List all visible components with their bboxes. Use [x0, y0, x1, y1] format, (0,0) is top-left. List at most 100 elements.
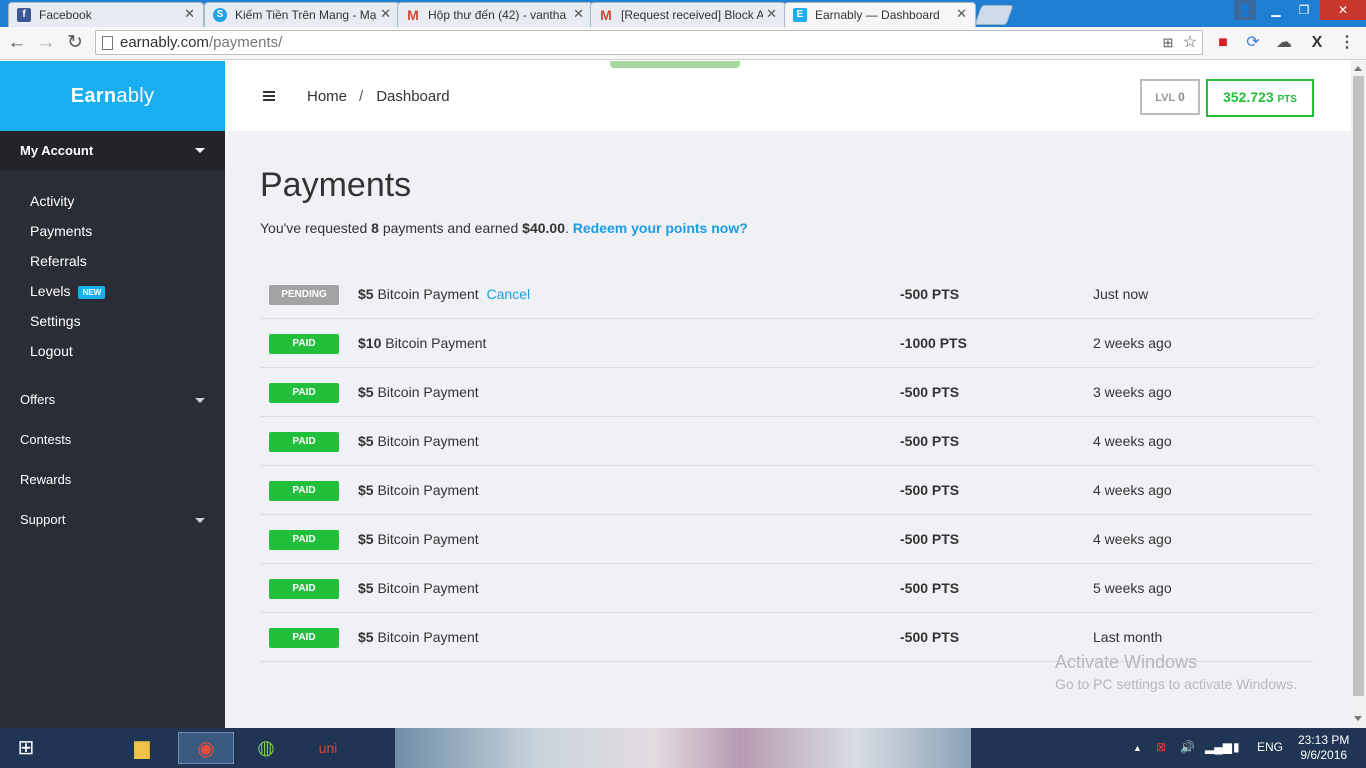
tab-earnably-dashboard[interactable]: E Earnably — Dashboard ✕ [784, 2, 976, 27]
translate-icon[interactable]: ⊞ [1157, 32, 1179, 54]
payment-points: -500 PTS [900, 433, 960, 449]
payment-description: $5 Bitcoin Payment [358, 433, 479, 449]
tab-title: Hộp thư đến (42) - vantha [428, 8, 567, 22]
payment-time: 4 weeks ago [1093, 531, 1172, 547]
language-indicator[interactable]: ENG [1257, 740, 1283, 754]
file-explorer-icon[interactable]: ▆ [120, 732, 164, 764]
tab-kiem-tien[interactable]: S Kiếm Tiền Trên Mang - Mạ ✕ [204, 2, 400, 27]
sidebar-item-contests[interactable]: Contests [0, 420, 225, 460]
breadcrumb-current: Dashboard [376, 88, 450, 105]
payment-points: -500 PTS [900, 384, 960, 400]
sidebar-item-label: Offers [20, 392, 56, 407]
page-icon [102, 36, 113, 50]
payment-points: -500 PTS [900, 531, 960, 547]
sidebar-item-levels[interactable]: Levels NEW [0, 276, 225, 306]
scroll-up-icon[interactable] [1354, 66, 1362, 71]
user-icon[interactable]: 👤 [1234, 0, 1256, 20]
cancel-payment-link[interactable]: Cancel [487, 286, 531, 302]
signal-icon[interactable]: ▂▄▆ [1205, 740, 1232, 754]
new-tab-button[interactable] [974, 5, 1014, 25]
sync-extension-icon[interactable]: ⟳ [1242, 32, 1264, 54]
restore-button[interactable]: ❐ [1290, 0, 1318, 20]
close-icon[interactable]: ✕ [380, 6, 391, 22]
clock-date: 9/6/2016 [1300, 748, 1348, 762]
sidebar-item-logout[interactable]: Logout [0, 336, 225, 366]
status-badge: PAID [269, 628, 339, 648]
close-icon[interactable]: ✕ [766, 6, 777, 22]
close-icon[interactable]: ✕ [184, 6, 195, 22]
coccoc-icon[interactable]: ◍ [244, 732, 288, 764]
unikey-icon[interactable]: uni [306, 732, 350, 764]
url-input[interactable]: earnably.com/payments/ [95, 30, 1203, 55]
payment-description: $5 Bitcoin Payment [358, 629, 479, 645]
clock[interactable]: 23:13 PM 9/6/2016 [1298, 733, 1349, 763]
tab-inbox[interactable]: M Hộp thư đến (42) - vantha ✕ [397, 2, 593, 27]
back-button[interactable]: ← [5, 31, 29, 55]
forward-button[interactable]: → [34, 31, 58, 55]
redeem-link[interactable]: Redeem your points now? [573, 220, 748, 236]
minimize-button[interactable]: ▁ [1262, 0, 1290, 20]
sidebar-item-offers[interactable]: Offers [0, 380, 225, 420]
close-icon[interactable]: ✕ [573, 6, 584, 22]
bookmark-star-icon[interactable]: ☆ [1179, 32, 1201, 54]
battery-icon[interactable]: ▮ [1233, 740, 1240, 754]
points-balance[interactable]: 352.723 PTS [1206, 79, 1314, 117]
payment-row: PAID $5 Bitcoin Payment -500 PTS 4 weeks ag… [260, 417, 1314, 466]
payment-description: $5 Bitcoin Payment [358, 482, 479, 498]
sidebar-item-referrals[interactable]: Referrals [0, 246, 225, 276]
tray-expand-icon[interactable]: ▲ [1133, 743, 1142, 753]
cloud-icon[interactable]: ☁ [1273, 32, 1295, 54]
breadcrumb-home[interactable]: Home [307, 88, 347, 105]
windows-start-icon[interactable]: ⊞ [4, 732, 48, 764]
payment-time: Just now [1093, 286, 1149, 302]
breadcrumb: Home / Dashboard [307, 88, 450, 105]
reload-button[interactable]: ↻ [63, 31, 87, 55]
notification-tab [610, 61, 740, 68]
activate-windows-watermark: Activate Windows Go to PC settings to ac… [1055, 652, 1297, 692]
sidebar-item-activity[interactable]: Activity [0, 186, 225, 216]
chrome-icon[interactable]: ◉ [178, 732, 234, 764]
main-content: Payments You've requested 8 payments and… [225, 131, 1351, 728]
sidebar-item-settings[interactable]: Settings [0, 306, 225, 336]
sidebar-item-payments[interactable]: Payments [0, 216, 225, 246]
hamburger-menu-icon[interactable] [263, 91, 275, 101]
close-icon[interactable]: ✕ [956, 6, 967, 22]
scroll-down-icon[interactable] [1354, 716, 1362, 721]
level-badge[interactable]: LVL 0 [1140, 79, 1200, 115]
clock-time: 23:13 PM [1298, 733, 1350, 747]
extension-icon[interactable]: ■ [1212, 32, 1234, 54]
network-warning-icon[interactable]: ⊠ [1156, 740, 1166, 754]
payment-row: PAID $5 Bitcoin Payment -500 PTS 4 weeks ag… [260, 466, 1314, 515]
x-extension-icon[interactable]: X [1306, 32, 1328, 54]
gmail-icon: M [407, 7, 419, 23]
scrollbar-thumb[interactable] [1353, 76, 1364, 696]
payment-description: $5 Bitcoin Payment [358, 580, 479, 596]
sidebar-item-rewards[interactable]: Rewards [0, 460, 225, 500]
status-badge: PAID [269, 383, 339, 403]
sidebar-item-support[interactable]: Support [0, 500, 225, 540]
brand-logo[interactable]: Earnably [0, 61, 225, 131]
apple-icon[interactable] [58, 732, 102, 764]
menu-icon[interactable]: ⋮ [1336, 32, 1358, 54]
status-badge: PAID [269, 432, 339, 452]
windows-taskbar: ⊞ ▆ ◉ ◍ uni ▲ ⊠ 🔊 ▂▄▆ ▮ ENG 23:13 PM 9/6… [0, 728, 1366, 768]
status-badge: PENDING [269, 285, 339, 305]
payment-time: Last month [1093, 629, 1163, 645]
page-title: Payments [260, 166, 412, 204]
gmail-icon: M [600, 7, 612, 23]
sidebar-item-label: Support [20, 512, 66, 527]
sidebar-section-label: My Account [20, 143, 94, 158]
url-text: earnably.com/payments/ [120, 34, 283, 51]
volume-icon[interactable]: 🔊 [1180, 740, 1195, 754]
payment-time: 4 weeks ago [1093, 482, 1172, 498]
address-bar: ← → ↻ earnably.com/payments/ ⊞ ☆ ■ ⟳ ☁ X… [0, 27, 1366, 60]
payment-description: $5 Bitcoin Payment Cancel [358, 286, 531, 302]
payment-row: PAID $5 Bitcoin Payment -500 PTS 5 weeks ag… [260, 564, 1314, 613]
tab-request-received[interactable]: M [Request received] Block A ✕ [590, 2, 786, 27]
window-close-button[interactable]: ✕ [1320, 0, 1366, 20]
tab-facebook[interactable]: f Facebook ✕ [8, 2, 204, 27]
sidebar-section-my-account[interactable]: My Account [0, 131, 225, 171]
payment-row: PAID $5 Bitcoin Payment -500 PTS 3 weeks ag… [260, 368, 1314, 417]
payments-table: PENDING $5 Bitcoin Payment Cancel -500 PTS… [260, 270, 1314, 662]
status-badge: PAID [269, 530, 339, 550]
